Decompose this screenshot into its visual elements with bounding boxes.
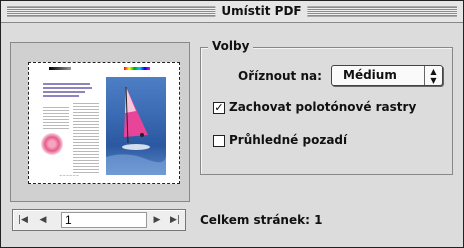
place-pdf-dialog: Umístit PDF ~~~~~~ |◀ ◀ 1 ▶ ▶| Celkem st… bbox=[0, 0, 464, 248]
crop-to-select[interactable]: Médium ▲ ▼ bbox=[331, 65, 443, 86]
up-down-arrows-icon: ▲ ▼ bbox=[424, 66, 442, 85]
preview-color-bar bbox=[124, 67, 150, 70]
preview-text-column bbox=[43, 107, 69, 131]
preview-flower-image bbox=[41, 133, 63, 155]
next-page-icon[interactable]: ▶ bbox=[149, 212, 165, 228]
checkmark-icon: ✓ bbox=[214, 101, 224, 114]
title-bar[interactable]: Umístit PDF bbox=[1, 1, 463, 23]
page-navigator: |◀ ◀ 1 ▶ ▶| bbox=[12, 209, 186, 231]
transparent-background-checkbox[interactable] bbox=[213, 135, 225, 147]
page-number-field[interactable]: 1 bbox=[61, 212, 147, 228]
crop-to-value: Médium bbox=[343, 68, 397, 82]
preview-headline-text bbox=[43, 83, 95, 97]
pdf-page-thumbnail[interactable]: ~~~~~~ bbox=[28, 62, 180, 184]
pdf-preview-frame: ~~~~~~ bbox=[10, 42, 190, 202]
total-pages-label: Celkem stránek: 1 bbox=[200, 213, 323, 227]
dialog-title: Umístit PDF bbox=[215, 4, 308, 19]
transparent-background-label: Průhledné pozadí bbox=[229, 133, 348, 147]
crop-to-label: Oříznout na: bbox=[238, 69, 322, 83]
last-page-icon[interactable]: ▶| bbox=[167, 212, 183, 228]
halftone-checkbox[interactable]: ✓ bbox=[213, 102, 225, 114]
preview-grayscale-bar bbox=[49, 67, 71, 70]
preview-windsurfer-photo bbox=[106, 77, 166, 175]
options-group-label: Volby bbox=[208, 39, 254, 53]
preview-text-column bbox=[73, 103, 99, 173]
previous-page-icon[interactable]: ◀ bbox=[35, 212, 51, 228]
preview-footer-script: ~~~~~~ bbox=[59, 173, 80, 178]
halftone-label: Zachovat polotónové rastry bbox=[229, 100, 417, 114]
first-page-icon[interactable]: |◀ bbox=[15, 212, 31, 228]
